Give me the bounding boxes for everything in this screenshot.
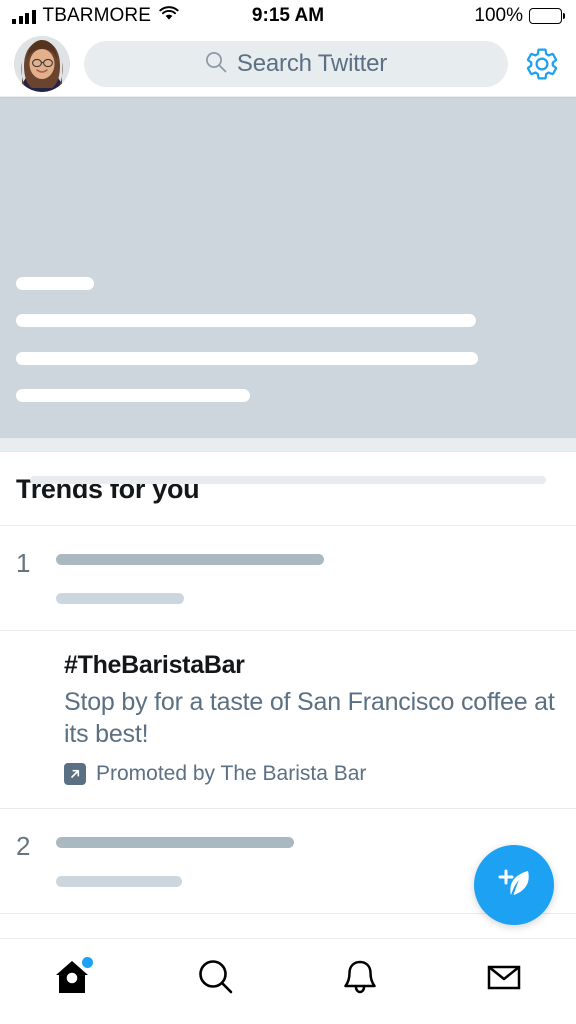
skeleton-line bbox=[56, 554, 324, 565]
wifi-icon bbox=[159, 6, 179, 26]
promoted-hashtag: #TheBaristaBar bbox=[64, 651, 245, 679]
search-input[interactable]: Search Twitter bbox=[84, 41, 508, 87]
signal-bars-icon bbox=[12, 9, 36, 24]
search-icon bbox=[194, 955, 238, 1004]
tab-messages[interactable] bbox=[432, 953, 576, 1005]
banner-footer-strip bbox=[0, 438, 576, 452]
trend-rank: 1 bbox=[16, 548, 31, 578]
search-placeholder: Search Twitter bbox=[236, 50, 388, 77]
banner-skeleton-bar bbox=[16, 314, 476, 327]
status-bar-left: TBARMORE bbox=[12, 5, 179, 27]
twitter-explore-screen: TBARMORE 9:15 AM 100% Search Twitter Tre… bbox=[0, 0, 576, 1024]
search-icon bbox=[205, 51, 227, 78]
banner-skeleton-bar bbox=[16, 352, 478, 365]
trend-skeleton bbox=[56, 548, 560, 604]
banner-skeleton-bar bbox=[16, 389, 250, 402]
banner-skeleton-placeholder bbox=[0, 97, 576, 438]
list-item[interactable]: 1 bbox=[0, 526, 576, 630]
promoted-by-label: Promoted by The Barista Bar bbox=[96, 762, 367, 785]
compose-tweet-button[interactable] bbox=[474, 845, 554, 925]
skeleton-line bbox=[56, 837, 294, 848]
app-header: Search Twitter bbox=[0, 32, 576, 97]
carrier-label: TBARMORE bbox=[42, 5, 151, 26]
promoted-body-text: Stop by for a taste of San Francisco cof… bbox=[64, 688, 555, 748]
home-badge-dot bbox=[82, 957, 93, 968]
envelope-icon bbox=[482, 955, 526, 1004]
avatar[interactable] bbox=[14, 36, 70, 92]
battery-percent-label: 100% bbox=[474, 5, 523, 26]
tab-home[interactable] bbox=[0, 953, 144, 1005]
skeleton-line-partial bbox=[30, 476, 546, 484]
skeleton-line bbox=[56, 876, 182, 887]
page-title: Trends for you bbox=[16, 474, 200, 504]
external-link-arrow-icon bbox=[64, 763, 86, 785]
battery-full-icon bbox=[529, 8, 562, 24]
compose-feather-plus-icon bbox=[492, 861, 536, 910]
gear-icon[interactable] bbox=[522, 46, 562, 82]
status-bar: TBARMORE 9:15 AM 100% bbox=[0, 0, 576, 32]
tab-notifications[interactable] bbox=[288, 953, 432, 1005]
bell-icon bbox=[338, 955, 382, 1004]
skeleton-line bbox=[56, 593, 184, 604]
bottom-tab-bar bbox=[0, 938, 576, 1024]
status-bar-right: 100% bbox=[474, 5, 562, 27]
promoted-trend-card[interactable]: #TheBaristaBar Stop by for a taste of Sa… bbox=[0, 631, 576, 808]
tab-search[interactable] bbox=[144, 953, 288, 1005]
trend-rank: 2 bbox=[16, 831, 31, 861]
promoted-attribution: Promoted by The Barista Bar bbox=[64, 762, 560, 786]
banner-skeleton-bar bbox=[16, 277, 94, 290]
